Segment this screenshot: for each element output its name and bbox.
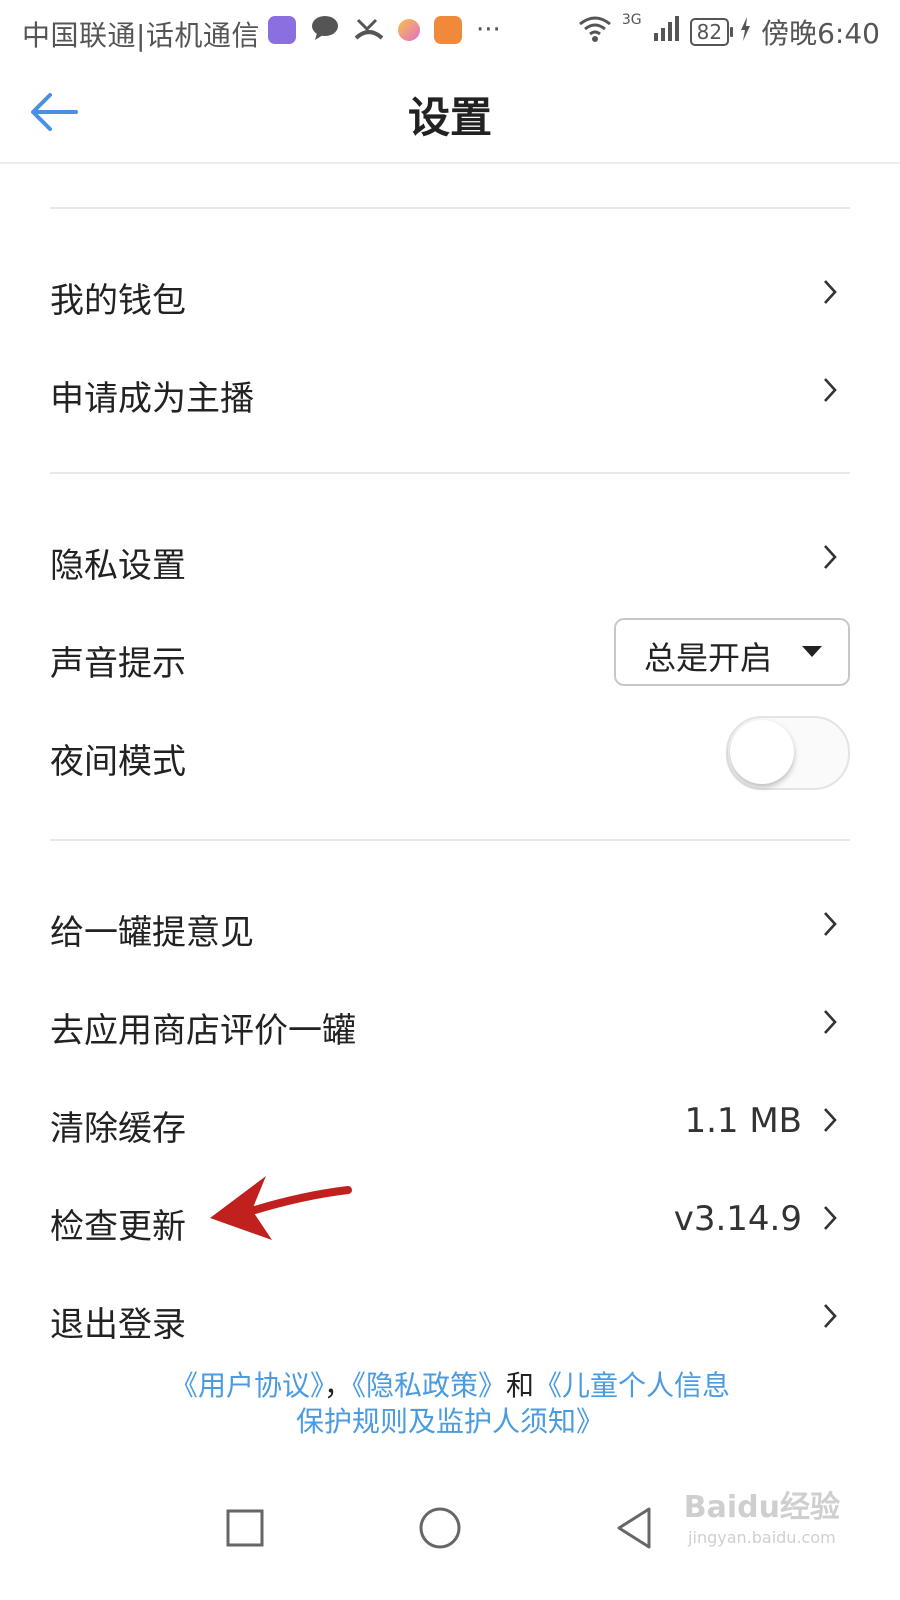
clear-cache-row[interactable]: 清除缓存 1.1 MB xyxy=(0,1073,900,1171)
app-badge-icon xyxy=(398,19,420,41)
sound-alert-dropdown[interactable]: 总是开启 xyxy=(614,618,850,686)
app-version: v3.14.9 xyxy=(673,1199,802,1239)
night-mode-row: 夜间模式 xyxy=(0,706,900,804)
top-app-bar: 设置 xyxy=(0,62,900,164)
cache-size: 1.1 MB xyxy=(684,1101,802,1141)
chevron-right-icon xyxy=(824,1108,837,1132)
more-notifications-icon: ··· xyxy=(476,15,501,45)
wifi-icon xyxy=(578,15,612,50)
back-nav-button[interactable] xyxy=(605,1498,665,1558)
circle-icon xyxy=(419,1507,461,1549)
children-rules-link-continued[interactable]: 保护规则及监护人须知》 xyxy=(296,1405,604,1438)
wallet-row[interactable]: 我的钱包 xyxy=(0,245,900,343)
home-button[interactable] xyxy=(410,1498,470,1558)
privacy-settings-label: 隐私设置 xyxy=(50,546,186,586)
section-divider xyxy=(50,839,850,841)
logout-label: 退出登录 xyxy=(50,1305,186,1345)
signal-icon xyxy=(652,15,680,50)
user-agreement-link[interactable]: 《用户协议》 xyxy=(170,1369,324,1402)
chevron-right-icon xyxy=(824,280,837,304)
chevron-right-icon xyxy=(824,1304,837,1328)
legal-links-line-2: 保护规则及监护人须知》 xyxy=(0,1404,900,1440)
network-type: 3G xyxy=(621,12,642,28)
section-divider xyxy=(50,207,850,209)
children-rules-link[interactable]: 《儿童个人信息 xyxy=(534,1369,730,1402)
legal-links-line-1: 《用户协议》，《隐私政策》和《儿童个人信息 xyxy=(0,1368,900,1404)
status-bar: 中国联通|话机通信 ··· 3G 82 傍晚6:40 xyxy=(0,0,900,62)
wallet-label: 我的钱包 xyxy=(50,281,186,321)
app-notification-icon xyxy=(268,16,296,44)
chevron-right-icon xyxy=(824,378,837,402)
charging-icon xyxy=(739,16,751,49)
legal-links: 《用户协议》，《隐私政策》和《儿童个人信息 保护规则及监护人须知》 xyxy=(0,1368,900,1440)
uc-browser-icon xyxy=(434,16,462,44)
carrier-name: 中国联通|话机通信 xyxy=(22,19,260,52)
chevron-right-icon xyxy=(824,1010,837,1034)
apply-host-label: 申请成为主播 xyxy=(50,379,254,419)
caret-down-icon xyxy=(802,646,822,657)
square-icon xyxy=(226,1509,264,1547)
privacy-settings-row[interactable]: 隐私设置 xyxy=(0,510,900,608)
and-separator: 和 xyxy=(506,1369,535,1402)
apply-host-row[interactable]: 申请成为主播 xyxy=(0,343,900,441)
privacy-policy-link[interactable]: 《隐私政策》 xyxy=(352,1369,506,1402)
page-title: 设置 xyxy=(407,93,492,142)
chevron-right-icon xyxy=(824,1206,837,1230)
recents-button[interactable] xyxy=(215,1498,275,1558)
clock: 傍晚6:40 xyxy=(761,17,880,50)
chevron-right-icon xyxy=(824,912,837,936)
sound-alert-selected: 总是开启 xyxy=(644,639,773,677)
comma-separator: ， xyxy=(323,1369,352,1402)
section-divider xyxy=(50,472,850,474)
triangle-back-icon xyxy=(617,1507,651,1549)
baidu-watermark: Baidu经验 jingyan.baidu.com xyxy=(684,1482,840,1547)
rate-app-row[interactable]: 去应用商店评价一罐 xyxy=(0,975,900,1073)
logout-row[interactable]: 退出登录 xyxy=(0,1269,900,1367)
watermark-url: jingyan.baidu.com xyxy=(688,1528,836,1547)
check-update-row[interactable]: 检查更新 v3.14.9 xyxy=(0,1171,900,1269)
feedback-row[interactable]: 给一罐提意见 xyxy=(0,877,900,975)
watermark-logo: Baidu经验 xyxy=(683,1490,840,1525)
night-mode-label: 夜间模式 xyxy=(50,742,186,782)
message-icon xyxy=(310,14,340,46)
clear-cache-label: 清除缓存 xyxy=(50,1109,186,1149)
chevron-right-icon xyxy=(824,545,837,569)
status-right: 3G 82 傍晚6:40 xyxy=(578,12,880,52)
feedback-label: 给一罐提意见 xyxy=(50,913,254,953)
night-mode-toggle[interactable] xyxy=(726,716,850,790)
sound-alert-row: 声音提示 总是开启 xyxy=(0,608,900,706)
sound-alert-label: 声音提示 xyxy=(50,644,186,684)
missed-call-icon xyxy=(354,14,384,46)
battery-level: 82 xyxy=(689,18,734,46)
annotation-arrow-icon xyxy=(210,1176,352,1240)
toggle-knob xyxy=(730,720,794,784)
check-update-label: 检查更新 xyxy=(50,1207,186,1247)
rate-app-label: 去应用商店评价一罐 xyxy=(50,1011,356,1051)
notification-icons: ··· xyxy=(268,14,501,46)
